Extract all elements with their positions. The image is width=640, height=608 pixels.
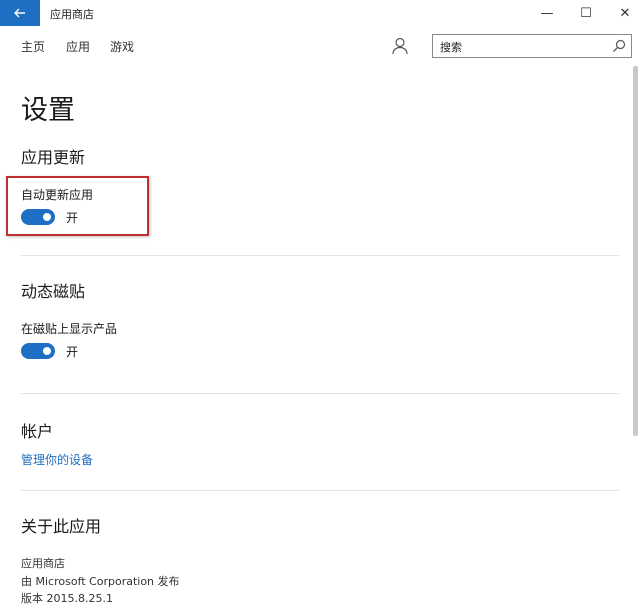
maximize-button[interactable]: ☐ [571,3,601,23]
show-products-toggle-state: 开 [66,345,79,359]
close-button[interactable]: ✕ [610,3,640,23]
divider [21,255,619,256]
toggle-knob [43,347,51,355]
divider [21,393,619,394]
about-app-name: 应用商店 [21,557,65,570]
nav-home[interactable]: 主页 [21,38,45,55]
back-button[interactable] [0,0,40,26]
nav-games[interactable]: 游戏 [110,38,134,55]
section-title-about: 关于此应用 [21,517,102,536]
nav-apps[interactable]: 应用 [66,38,90,55]
section-title-account: 帐户 [21,422,54,441]
search-icon[interactable] [612,39,626,53]
search-input[interactable]: 搜索 [432,34,632,58]
window-title: 应用商店 [50,8,94,21]
title-bar: 应用商店 — ☐ ✕ [0,0,640,26]
section-title-app-updates: 应用更新 [21,148,86,167]
vertical-scrollbar[interactable] [633,66,638,436]
show-products-label: 在磁贴上显示产品 [21,322,118,336]
section-title-live-tile: 动态磁贴 [21,282,86,301]
divider [21,490,619,491]
about-publisher: 由 Microsoft Corporation 发布 [21,575,180,588]
page-title: 设置 [21,95,75,126]
highlight-box [6,176,149,236]
back-arrow-icon [14,8,25,18]
search-input-value: 搜索 [440,41,462,54]
minimize-button[interactable]: — [532,3,562,23]
user-account-icon[interactable] [392,37,408,55]
about-version: 版本 2015.8.25.1 [21,592,113,605]
manage-devices-link[interactable]: 管理你的设备 [21,451,93,468]
show-products-toggle[interactable] [21,343,55,359]
